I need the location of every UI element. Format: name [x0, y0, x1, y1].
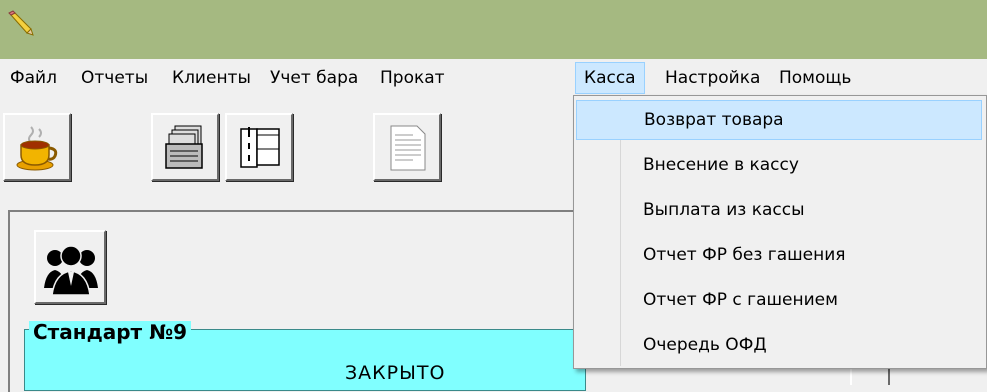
menu-settings[interactable]: Настройка: [657, 63, 768, 93]
menu-cash[interactable]: Касса: [575, 62, 645, 94]
table-title: Стандарт №9: [29, 321, 192, 343]
card-file-icon: [165, 125, 203, 169]
menu-item-fr-report-clear[interactable]: Отчет ФР с гашением: [576, 280, 982, 320]
title-bar: [0, 0, 987, 59]
menu-reports[interactable]: Отчеты: [73, 63, 156, 93]
binder-icon: [240, 127, 280, 168]
menu-rental[interactable]: Прокат: [372, 63, 453, 93]
coffee-button[interactable]: [3, 113, 71, 181]
users-icon: [44, 245, 98, 296]
menu-file[interactable]: Файл: [2, 63, 65, 93]
pencil-icon[interactable]: [8, 10, 34, 36]
binder-button[interactable]: [225, 113, 293, 181]
menu-clients[interactable]: Клиенты: [164, 63, 259, 93]
menu-item-ofd-queue[interactable]: Очередь ОФД: [576, 325, 982, 365]
document-icon: [390, 125, 426, 171]
coffee-cup-icon: [16, 126, 58, 171]
users-button[interactable]: [34, 230, 106, 304]
menu-item-cash-payout[interactable]: Выплата из кассы: [576, 190, 982, 230]
menu-item-return-goods[interactable]: Возврат товара: [576, 100, 982, 140]
cash-dropdown-menu: Возврат товара Внесение в кассу Выплата …: [573, 95, 987, 369]
table-card[interactable]: Стандарт №9 ЗАКРЫТО: [24, 321, 586, 391]
menu-item-cash-deposit[interactable]: Внесение в кассу: [576, 145, 982, 185]
card-file-button[interactable]: [151, 113, 219, 181]
menu-item-fr-report-no-clear[interactable]: Отчет ФР без гашения: [576, 235, 982, 275]
menu-bar: Файл Отчеты Клиенты Учет бара Прокат Кас…: [0, 59, 987, 96]
menu-help[interactable]: Помощь: [771, 63, 859, 93]
menu-bar-accounting[interactable]: Учет бара: [262, 63, 366, 93]
document-button[interactable]: [373, 113, 441, 181]
